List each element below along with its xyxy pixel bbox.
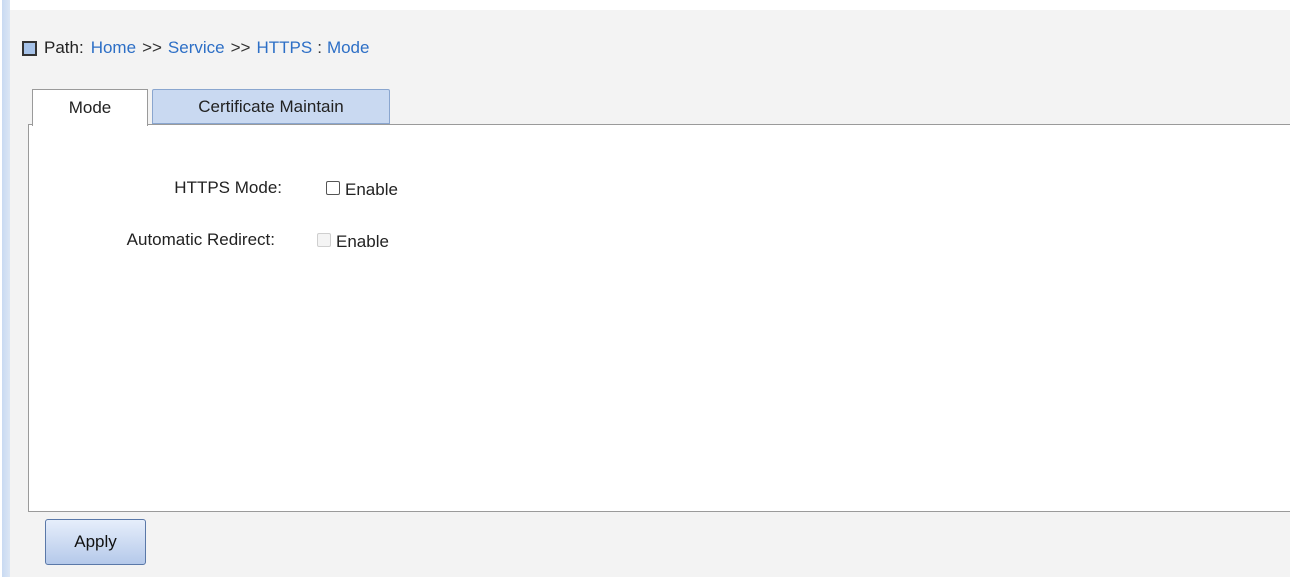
tab-mode[interactable]: Mode — [32, 89, 148, 126]
automatic-redirect-field: Enable — [317, 230, 389, 252]
breadcrumb: Path: Home >> Service >> HTTPS : Mode — [22, 37, 369, 59]
top-strip — [0, 0, 1290, 10]
https-mode-label: HTTPS Mode: — [174, 178, 282, 197]
automatic-redirect-enable-checkbox[interactable] — [317, 233, 331, 247]
https-mode-enable-label[interactable]: Enable — [345, 180, 398, 200]
tab-certificate-maintain[interactable]: Certificate Maintain — [152, 89, 390, 124]
breadcrumb-label: Path: — [44, 38, 84, 57]
breadcrumb-mode[interactable]: Mode — [327, 38, 370, 58]
breadcrumb-service[interactable]: Service — [168, 38, 225, 58]
https-mode-enable-checkbox[interactable] — [326, 181, 340, 195]
left-accent-bar — [0, 0, 10, 577]
automatic-redirect-row: Automatic Redirect: Enable — [29, 225, 629, 255]
automatic-redirect-label: Automatic Redirect: — [126, 230, 275, 249]
breadcrumb-colon: : — [317, 38, 322, 57]
apply-button[interactable]: Apply — [45, 519, 146, 565]
breadcrumb-https[interactable]: HTTPS — [256, 38, 312, 58]
square-bullet-icon — [22, 40, 37, 56]
breadcrumb-home[interactable]: Home — [91, 38, 136, 58]
https-mode-field: Enable — [326, 178, 398, 200]
tab-content-panel: HTTPS Mode: Enable Automatic Redirect: E… — [28, 124, 1290, 512]
breadcrumb-separator: >> — [142, 38, 162, 57]
https-mode-row: HTTPS Mode: Enable — [29, 173, 629, 203]
automatic-redirect-enable-label[interactable]: Enable — [336, 232, 389, 252]
breadcrumb-separator: >> — [230, 38, 251, 57]
